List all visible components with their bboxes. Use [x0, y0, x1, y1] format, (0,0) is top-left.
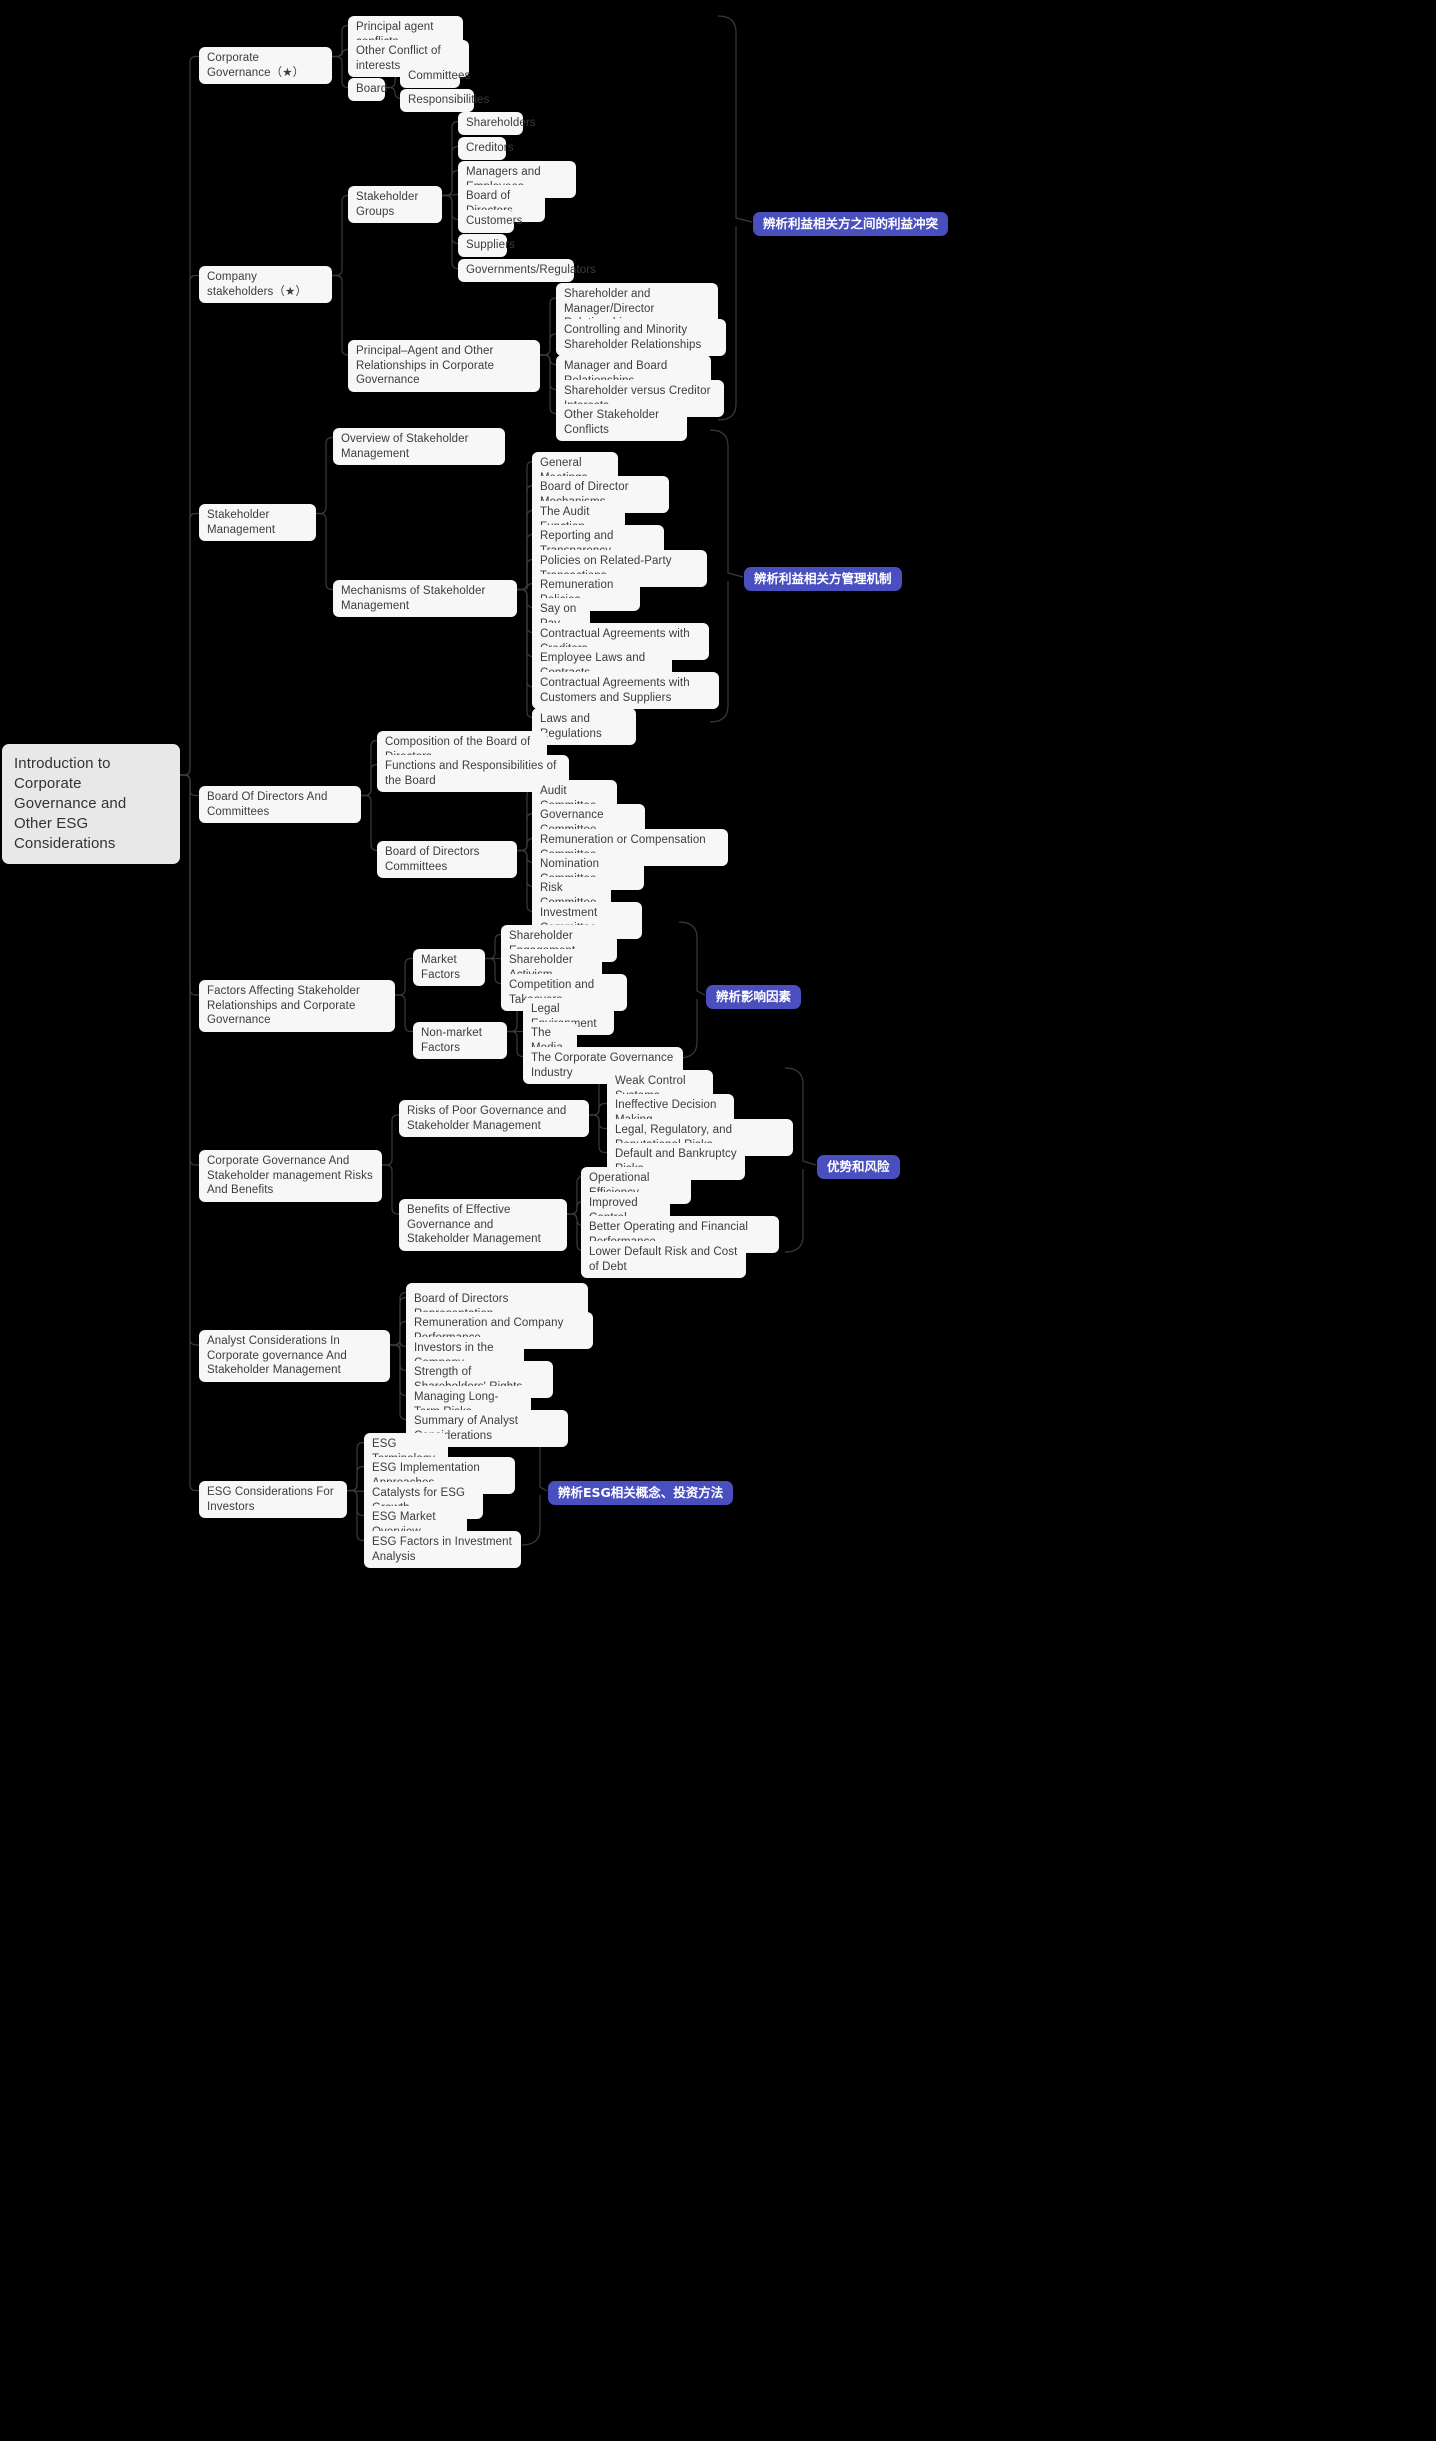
- mindmap-canvas: Introduction to Corporate Governance and…: [0, 0, 1436, 2441]
- mindmap-node-laws-and-regulations[interactable]: Laws and Regulations: [532, 708, 636, 745]
- mindmap-node-factors-affecting[interactable]: Factors Affecting Stakeholder Relationsh…: [199, 980, 395, 1032]
- mindmap-badge-esg[interactable]: 辨析ESG相关概念、投资方法: [548, 1481, 734, 1505]
- mindmap-node-analyst-considerations[interactable]: Analyst Considerations In Corporate gove…: [199, 1330, 390, 1382]
- mindmap-badge-mechanisms[interactable]: 辨析利益相关方管理机制: [744, 567, 902, 591]
- mindmap-node-non-market-factors[interactable]: Non-market Factors: [413, 1022, 507, 1059]
- mindmap-node-lower-default-risk[interactable]: Lower Default Risk and Cost of Debt: [581, 1241, 746, 1278]
- mindmap-node-esg-considerations[interactable]: ESG Considerations For Investors: [199, 1481, 347, 1518]
- mindmap-node-corporate-governance[interactable]: Corporate Governance（★）: [199, 47, 332, 84]
- mindmap-node-other-stakeholder-conflicts[interactable]: Other Stakeholder Conflicts: [556, 404, 687, 441]
- mindmap-node-principal-agent-relationships[interactable]: Principal–Agent and Other Relationships …: [348, 340, 540, 392]
- mindmap-node-creditors[interactable]: Creditors: [458, 137, 513, 160]
- mindmap-node-customers[interactable]: Customers: [458, 210, 522, 233]
- mindmap-node-board[interactable]: Board: [348, 78, 387, 101]
- mindmap-node-company-stakeholders[interactable]: Company stakeholders（★）: [199, 266, 332, 303]
- mindmap-node-committees[interactable]: Committees: [400, 65, 470, 88]
- mindmap-node-governments-regulators[interactable]: Governments/Regulators: [458, 259, 596, 282]
- mindmap-node-suppliers[interactable]: Suppliers: [458, 234, 515, 257]
- mindmap-node-board-of-directors-committees[interactable]: Board of Directors Committees: [377, 841, 517, 878]
- mindmap-node-stakeholder-groups[interactable]: Stakeholder Groups: [348, 186, 442, 223]
- mindmap-node-controlling-minority-shareholder[interactable]: Controlling and Minority Shareholder Rel…: [556, 319, 726, 356]
- mindmap-root-node[interactable]: Introduction to Corporate Governance and…: [2, 744, 180, 864]
- mindmap-badge-factors[interactable]: 辨析影响因素: [706, 985, 802, 1009]
- mindmap-node-contractual-agreements-customers-suppliers[interactable]: Contractual Agreements with Customers an…: [532, 672, 719, 709]
- mindmap-node-benefits-of-effective-governance[interactable]: Benefits of Effective Governance and Sta…: [399, 1199, 567, 1251]
- mindmap-node-board-of-directors-and-committees[interactable]: Board Of Directors And Committees: [199, 786, 361, 823]
- mindmap-node-stakeholder-management[interactable]: Stakeholder Management: [199, 504, 316, 541]
- mindmap-node-shareholders[interactable]: Shareholders: [458, 112, 536, 135]
- mindmap-node-risks-and-benefits[interactable]: Corporate Governance And Stakeholder man…: [199, 1150, 382, 1202]
- mindmap-node-risks-of-poor-governance[interactable]: Risks of Poor Governance and Stakeholder…: [399, 1100, 589, 1137]
- mindmap-badge-conflicts[interactable]: 辨析利益相关方之间的利益冲突: [753, 212, 949, 236]
- mindmap-badge-benefits-risks[interactable]: 优势和风险: [817, 1155, 900, 1179]
- mindmap-node-mechanisms-of-stakeholder-management[interactable]: Mechanisms of Stakeholder Management: [333, 580, 517, 617]
- mindmap-node-overview-of-stakeholder-management[interactable]: Overview of Stakeholder Management: [333, 428, 505, 465]
- mindmap-node-market-factors[interactable]: Market Factors: [413, 949, 485, 986]
- mindmap-node-esg-factors-in-investment-analysis[interactable]: ESG Factors in Investment Analysis: [364, 1531, 521, 1568]
- mindmap-node-responsibilities[interactable]: Responsibilities: [400, 89, 489, 112]
